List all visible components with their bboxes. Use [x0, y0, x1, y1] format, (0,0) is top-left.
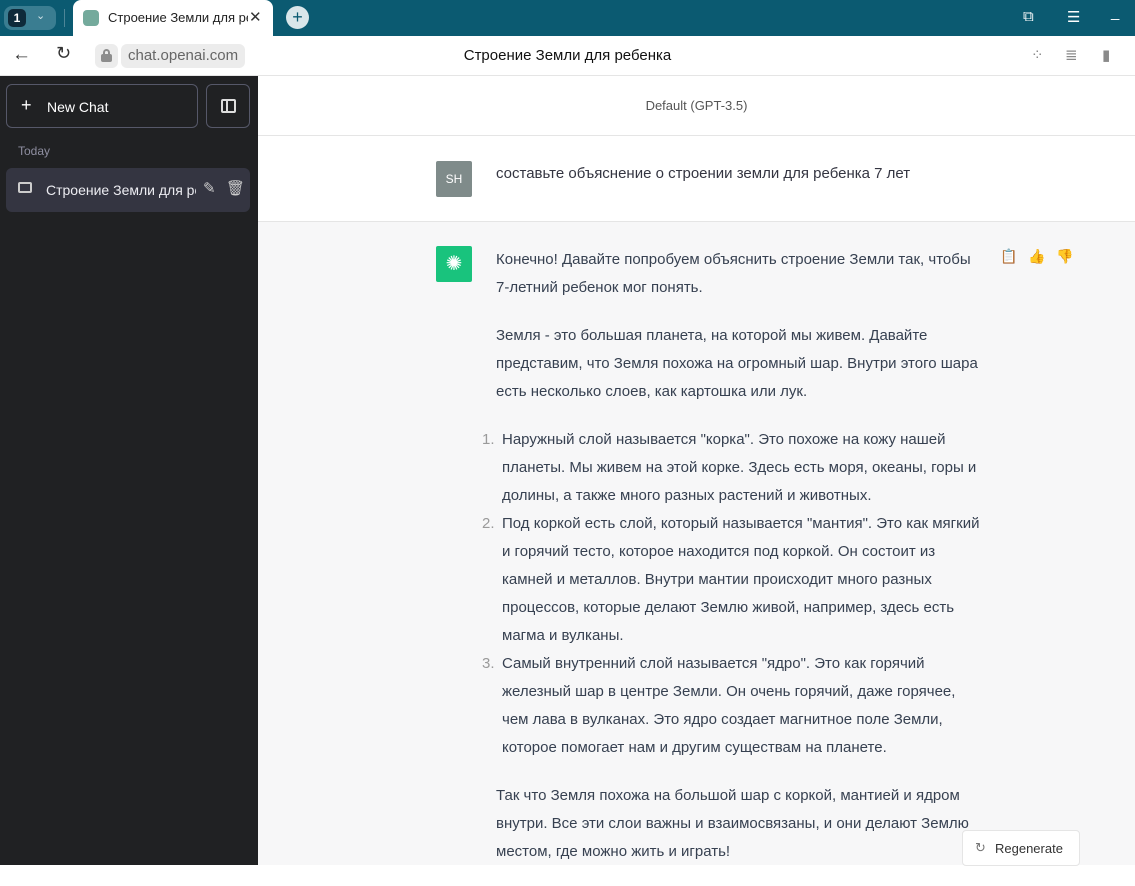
paragraph: Конечно! Давайте попробуем объяснить стр…: [496, 251, 971, 296]
model-label: Default (GPT-3.5): [258, 76, 1135, 136]
thumbs-down-icon[interactable]: 👎: [1056, 248, 1073, 265]
tab-switcher[interactable]: 1 ⌄: [4, 6, 56, 30]
page-title: Строение Земли для ребенка: [463, 47, 672, 64]
extensions-icon[interactable]: ⁘: [1031, 46, 1044, 64]
assistant-message: ✺ Конечно! Давайте попробуем объяснить с…: [258, 222, 1135, 865]
plus-icon: +: [21, 95, 32, 115]
tab-divider: [64, 9, 65, 27]
chevron-down-icon: ⌄: [36, 10, 46, 22]
tab-count-badge: 1: [8, 9, 26, 27]
conversation-item[interactable]: Строение Земли для ребенка ✎ 🗑: [6, 168, 250, 212]
address-bar: ← ↻ chat.openai.com Строение Земли для р…: [0, 36, 1135, 76]
list-item: 2. Под коркой есть слой, который называет…: [482, 515, 980, 644]
user-message-text: составьте объяснение о строении земли дл…: [496, 165, 911, 182]
trash-icon[interactable]: 🗑: [226, 179, 245, 197]
section-label-today: Today: [18, 144, 51, 158]
new-chat-label: New Chat: [47, 99, 109, 115]
conversation-title: Строение Земли для ребенка: [46, 182, 196, 198]
tab-active[interactable]: Строение Земли для ре ✕: [73, 0, 273, 36]
user-message: SH составьте объяснение о строении земли…: [258, 136, 1135, 222]
regenerate-button[interactable]: ↻ Regenerate: [962, 830, 1080, 866]
close-tab-icon[interactable]: ✕: [249, 8, 262, 26]
paragraph: Земля - это большая планета, на которой …: [496, 327, 978, 400]
browser-tab-bar: 1 ⌄ Строение Земли для ре ✕ + ⧉ ☰ _: [0, 0, 1135, 36]
new-tab-button[interactable]: +: [286, 6, 309, 29]
list-item: 3. Самый внутренний слой называется "ядро…: [482, 655, 956, 756]
openai-logo-icon: ✺: [436, 246, 472, 282]
edit-icon[interactable]: ✎: [203, 179, 216, 197]
bookmark-icon[interactable]: ▮: [1102, 46, 1110, 64]
regenerate-icon: ↻: [975, 840, 986, 855]
regenerate-label: Regenerate: [995, 841, 1063, 856]
copy-icon[interactable]: 📋: [1000, 248, 1017, 265]
thumbs-up-icon[interactable]: 👍: [1028, 248, 1045, 265]
paragraph: Так что Земля похожа на большой шар с ко…: [496, 787, 969, 860]
menu-icon[interactable]: ☰: [1067, 8, 1080, 26]
openai-favicon-icon: [83, 10, 99, 26]
minimize-icon[interactable]: _: [1111, 4, 1119, 21]
assistant-message-text: Конечно! Давайте попробуем объяснить стр…: [482, 246, 986, 886]
list-item: 1. Наружный слой называется "корка". Это …: [482, 431, 977, 504]
reader-mode-icon[interactable]: ≣: [1065, 46, 1078, 64]
sidebar-toggle-icon: [221, 99, 236, 113]
collapse-sidebar-button[interactable]: [206, 84, 250, 128]
chat-main: Default (GPT-3.5) SH составьте объяснени…: [258, 76, 1135, 866]
bookmarks-panel-icon[interactable]: ⧉: [1023, 8, 1034, 25]
tab-title: Строение Земли для ре: [108, 10, 248, 25]
layers-list: 1. Наружный слой называется "корка". Это …: [482, 426, 986, 762]
new-chat-button[interactable]: + New Chat: [6, 84, 198, 128]
user-avatar: SH: [436, 161, 472, 197]
chat-bubble-icon: [18, 182, 32, 193]
sidebar: + New Chat Today Строение Земли для ребе…: [0, 76, 258, 865]
